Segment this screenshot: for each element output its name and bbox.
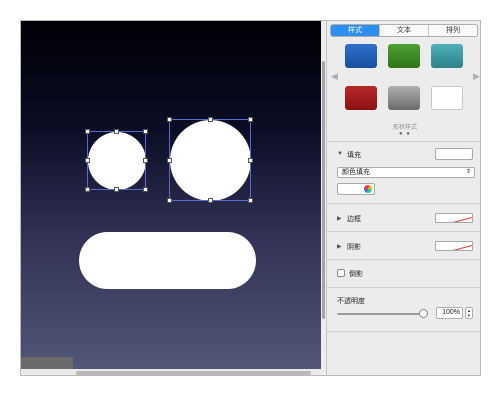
selection-handle[interactable] bbox=[85, 158, 90, 163]
selection-handle[interactable] bbox=[208, 117, 213, 122]
canvas-area bbox=[21, 21, 326, 375]
selection-handle[interactable] bbox=[248, 198, 253, 203]
divider bbox=[327, 331, 480, 332]
inspector-tabs: 样式 文本 排列 bbox=[330, 24, 478, 37]
fill-label: 填充 bbox=[347, 152, 361, 159]
disclosure-down-icon[interactable]: ▼ bbox=[337, 151, 343, 157]
selection-handle[interactable] bbox=[167, 158, 172, 163]
slide-canvas[interactable] bbox=[21, 21, 321, 375]
tab-text[interactable]: 文本 bbox=[379, 25, 428, 36]
tab-style[interactable]: 样式 bbox=[331, 25, 379, 36]
selection-handle[interactable] bbox=[85, 129, 90, 134]
selection-handle[interactable] bbox=[143, 187, 148, 192]
format-inspector-panel: 样式 文本 排列 ◀ ▶ 形状样式 ● ● ▼ 填充 颜色填充 ⇕ ▶ 边框 ▶… bbox=[326, 21, 480, 375]
shadow-style-well[interactable] bbox=[435, 241, 473, 251]
divider bbox=[327, 287, 480, 288]
rounded-rectangle-shape[interactable] bbox=[79, 232, 256, 289]
selection-handle[interactable] bbox=[208, 198, 213, 203]
vertical-scroll-thumb[interactable] bbox=[322, 61, 325, 319]
app-window: 样式 文本 排列 ◀ ▶ 形状样式 ● ● ▼ 填充 颜色填充 ⇕ ▶ 边框 ▶… bbox=[20, 20, 481, 376]
style-swatch-blue[interactable] bbox=[345, 44, 377, 68]
disclosure-right-icon[interactable]: ▶ bbox=[337, 215, 342, 222]
disclosure-right-icon[interactable]: ▶ bbox=[337, 243, 342, 250]
select-arrows-icon: ⇕ bbox=[465, 169, 471, 175]
none-slash-icon bbox=[453, 245, 472, 250]
divider bbox=[327, 141, 480, 142]
divider bbox=[327, 259, 480, 260]
selection-handle[interactable] bbox=[248, 117, 253, 122]
style-swatch-gray[interactable] bbox=[388, 86, 420, 110]
fill-color-well[interactable] bbox=[435, 148, 473, 160]
border-style-well[interactable] bbox=[435, 213, 473, 223]
opacity-slider-track[interactable] bbox=[337, 313, 425, 315]
small-circle-selection bbox=[87, 131, 146, 190]
border-label: 边框 bbox=[347, 216, 361, 223]
horizontal-scrollbar[interactable] bbox=[21, 369, 321, 375]
styles-next-arrow-icon[interactable]: ▶ bbox=[473, 71, 480, 82]
selection-handle[interactable] bbox=[85, 187, 90, 192]
divider bbox=[327, 203, 480, 204]
opacity-stepper[interactable]: ▲ ▼ bbox=[465, 307, 473, 319]
selection-handle[interactable] bbox=[143, 158, 148, 163]
selection-handle[interactable] bbox=[167, 117, 172, 122]
shadow-label: 阴影 bbox=[347, 244, 361, 251]
style-swatch-red[interactable] bbox=[345, 86, 377, 110]
reflection-checkbox[interactable] bbox=[337, 269, 345, 277]
style-swatch-white[interactable] bbox=[431, 86, 463, 110]
selection-handle[interactable] bbox=[114, 187, 119, 192]
selection-handle[interactable] bbox=[143, 129, 148, 134]
fill-color-picker[interactable] bbox=[337, 183, 375, 195]
styles-prev-arrow-icon[interactable]: ◀ bbox=[331, 71, 338, 82]
none-slash-icon bbox=[453, 217, 472, 222]
tab-arrange[interactable]: 排列 bbox=[428, 25, 477, 36]
fill-type-select[interactable]: 颜色填充 ⇕ bbox=[337, 167, 475, 178]
shape-styles-label: 形状样式 bbox=[392, 125, 417, 131]
opacity-value-field[interactable]: 100% bbox=[436, 307, 463, 319]
selection-handle[interactable] bbox=[167, 198, 172, 203]
selection-handle[interactable] bbox=[248, 158, 253, 163]
reflection-label: 倒影 bbox=[349, 271, 363, 278]
fill-type-value: 颜色填充 bbox=[342, 169, 370, 176]
selection-handle[interactable] bbox=[114, 129, 119, 134]
horizontal-scroll-thumb[interactable] bbox=[76, 371, 311, 375]
divider bbox=[327, 231, 480, 232]
style-swatch-green[interactable] bbox=[388, 44, 420, 68]
styles-page-dots[interactable]: ● ● bbox=[399, 131, 411, 137]
color-wheel-icon[interactable] bbox=[364, 185, 372, 193]
opacity-label: 不透明度 bbox=[337, 298, 365, 305]
style-swatch-teal[interactable] bbox=[431, 44, 463, 68]
large-circle-selection bbox=[169, 119, 251, 201]
opacity-slider-knob[interactable] bbox=[419, 309, 428, 318]
